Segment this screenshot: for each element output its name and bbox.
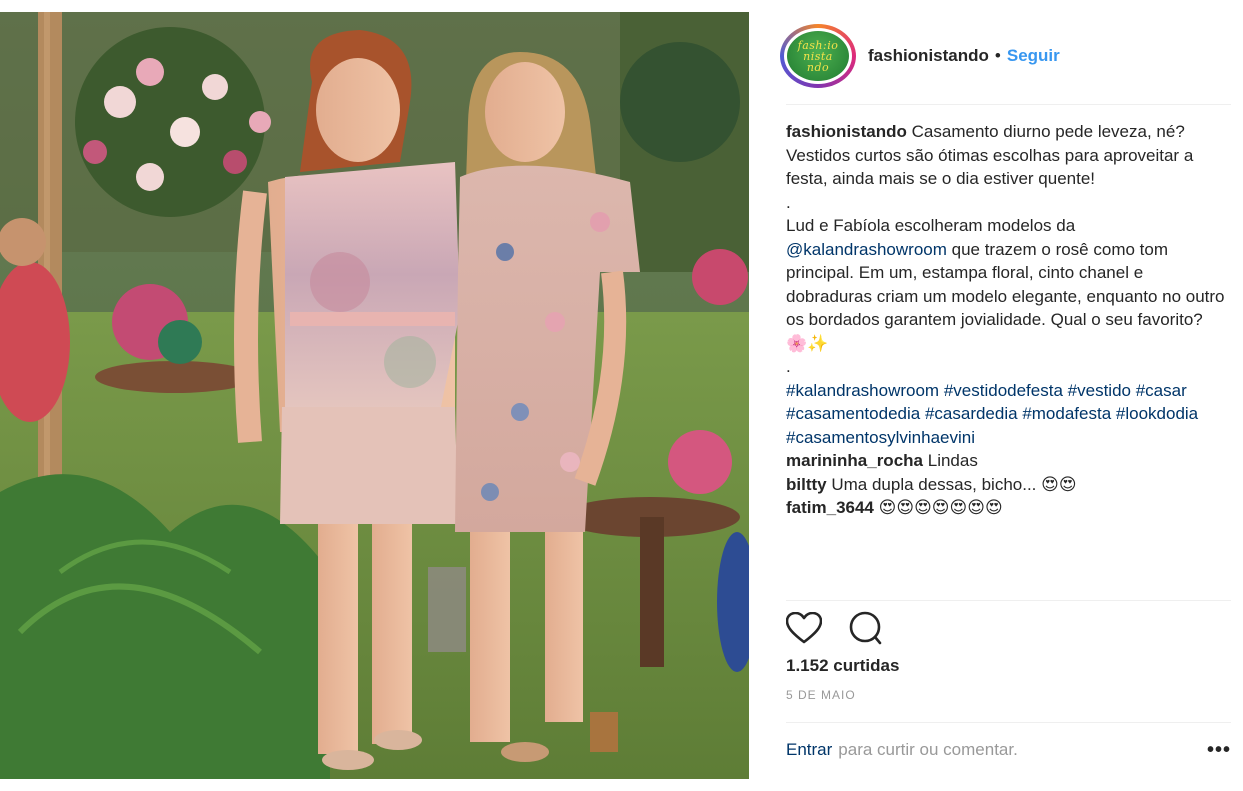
comment-item: fatim_3644 😍😍😍😍😍😍😍 xyxy=(786,496,1226,520)
hashtag-link[interactable]: #casardedia xyxy=(925,404,1018,423)
heart-icon[interactable] xyxy=(786,612,822,644)
hashtag-link[interactable]: #kalandrashowroom xyxy=(786,381,939,400)
post-header: fash:io nista ndo fashionistando • Segui… xyxy=(780,22,1237,90)
avatar-logo-text-1: fash:io xyxy=(797,38,839,52)
post-photo-illustration xyxy=(0,12,749,779)
login-link[interactable]: Entrar xyxy=(786,740,832,760)
login-prompt: para curtir ou comentar. xyxy=(838,740,1018,759)
post-side-panel: fash:io nista ndo fashionistando • Segui… xyxy=(772,12,1237,779)
header-separator: • xyxy=(994,46,1001,65)
comment-text: Lindas xyxy=(927,451,978,470)
footer-divider xyxy=(786,722,1231,723)
avatar-logo-text-2: nista xyxy=(803,49,833,63)
post-footer: Entrar para curtir ou comentar. ••• xyxy=(786,737,1231,763)
comment-username[interactable]: marininha_rocha xyxy=(786,451,923,470)
header-username[interactable]: fashionistando xyxy=(868,46,989,66)
comment-text: Uma dupla dessas, bicho... 😍😍 xyxy=(831,474,1077,494)
post-actions xyxy=(786,610,882,646)
hashtag-link[interactable]: #vestido xyxy=(1068,381,1131,400)
caption-paragraph-2: Lud e Fabíola escolheram modelos da @kal… xyxy=(786,214,1226,355)
hashtag-link[interactable]: #vestidodefesta xyxy=(944,381,1063,400)
follow-button[interactable]: Seguir xyxy=(1007,46,1060,66)
comment-username[interactable]: fatim_3644 xyxy=(786,498,874,517)
avatar-logo-text-3: ndo xyxy=(806,60,830,74)
hashtag-link[interactable]: #casamentosylvinhaevini xyxy=(786,428,975,447)
caption-separator-1: . xyxy=(786,192,791,212)
comments-list[interactable]: fashionistando Casamento diurno pede lev… xyxy=(786,120,1226,598)
header-divider xyxy=(786,104,1231,105)
comment-text: 😍😍😍😍😍😍😍 xyxy=(878,498,1003,517)
hashtags: #kalandrashowroom #vestidodefesta #vesti… xyxy=(786,379,1226,450)
comment-item: biltty Uma dupla dessas, bicho... 😍😍 xyxy=(786,473,1226,497)
post-photo[interactable] xyxy=(0,12,749,779)
caption-username[interactable]: fashionistando xyxy=(786,122,907,141)
hashtag-link[interactable]: #casamentodedia xyxy=(786,404,920,423)
post-date: 5 DE MAIO xyxy=(786,688,856,702)
more-options-icon[interactable]: ••• xyxy=(1207,739,1231,762)
likes-count[interactable]: 1.152 curtidas xyxy=(786,656,899,676)
caption-separator-2: . xyxy=(786,357,791,376)
comment-icon[interactable] xyxy=(848,611,882,645)
hashtag-link[interactable]: #lookdodia xyxy=(1116,404,1198,423)
hashtag-link[interactable]: #casar xyxy=(1136,381,1187,400)
hashtag-link[interactable]: #modafesta xyxy=(1022,404,1111,423)
caption-text-2-before: Lud e Fabíola escolheram modelos da xyxy=(786,216,1076,235)
comment-item: marininha_rocha Lindas xyxy=(786,449,1226,473)
avatar[interactable]: fash:io nista ndo xyxy=(780,24,858,88)
comment-username[interactable]: biltty xyxy=(786,475,827,494)
comments-divider xyxy=(786,600,1231,601)
caption: fashionistando Casamento diurno pede lev… xyxy=(786,120,1226,191)
avatar-logo: fash:io nista ndo xyxy=(787,31,849,81)
mention-link[interactable]: @kalandrashowroom xyxy=(786,240,947,259)
